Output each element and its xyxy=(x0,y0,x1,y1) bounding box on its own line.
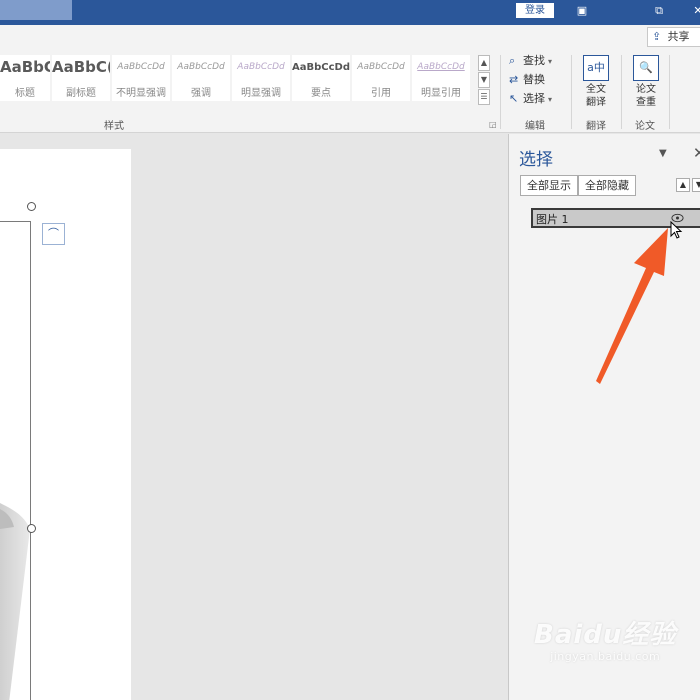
full-translate-label-1: 全文 xyxy=(586,84,606,95)
ribbon: ⇪ 共享 AaBbC( 标题 AaBbC( 副标题 AaBbCcDd 不明显强调… xyxy=(0,25,700,133)
paper-check-button[interactable]: 🔍 论文 查重 xyxy=(626,55,666,109)
style-name: 引用 xyxy=(371,88,391,99)
share-icon: ⇪ xyxy=(652,30,662,43)
styles-group-label: 样式 xyxy=(104,121,124,132)
paper-check-label-2: 查重 xyxy=(636,97,656,108)
style-sample: AaBbCcDd xyxy=(357,62,405,72)
full-translate-label-2: 翻译 xyxy=(586,97,606,108)
style-strong[interactable]: AaBbCcDd 要点 xyxy=(292,55,350,101)
title-tab-highlight xyxy=(0,0,72,20)
group-divider xyxy=(669,55,670,129)
login-button[interactable]: 登录 xyxy=(516,3,554,18)
baidu-watermark: Baidu经验 jingyan.baidu.com xyxy=(534,620,676,663)
style-intense-quote[interactable]: AaBbCcDd 明显引用 xyxy=(412,55,470,101)
chevron-down-icon: ▾ xyxy=(548,57,553,66)
paper-check-icon: 🔍 xyxy=(633,55,659,81)
paper-check-label-1: 论文 xyxy=(636,84,656,95)
resize-handle-middle-right[interactable] xyxy=(27,524,36,533)
style-quote[interactable]: AaBbCcDd 引用 xyxy=(352,55,410,101)
replace-icon: ⇄ xyxy=(509,73,519,86)
style-emphasis[interactable]: AaBbCcDd 强调 xyxy=(172,55,230,101)
watermark-brand: Baidu经验 xyxy=(534,620,677,650)
pane-options-icon[interactable]: ▼ xyxy=(659,148,667,159)
replace-label: 替换 xyxy=(523,73,545,86)
watermark-url: jingyan.baidu.com xyxy=(550,650,661,663)
styles-scroll: ▲ ▼ ☰ xyxy=(478,55,490,107)
select-button[interactable]: ↖ 选择 ▾ xyxy=(509,90,552,108)
selection-pane: 选择 ▼ ✕ 全部显示 全部隐藏 ▲ ▼ 图片 1 xyxy=(508,134,700,700)
style-intense-emphasis[interactable]: AaBbCcDd 明显强调 xyxy=(232,55,290,101)
chevron-down-icon[interactable]: ▼ xyxy=(478,72,490,88)
full-translate-button[interactable]: a中 全文 翻译 xyxy=(576,55,616,109)
group-divider xyxy=(621,55,622,129)
style-name: 不明显强调 xyxy=(116,88,166,99)
style-name: 要点 xyxy=(311,88,331,99)
restore-icon[interactable]: ⧉ xyxy=(651,3,667,19)
mouse-cursor-icon xyxy=(670,221,683,239)
selection-item-name: 图片 1 xyxy=(536,213,569,226)
chevron-up-icon[interactable]: ▲ xyxy=(478,55,490,71)
style-subtle-emphasis[interactable]: AaBbCcDd 不明显强调 xyxy=(112,55,170,101)
replace-button[interactable]: ⇄ 替换 xyxy=(509,71,545,89)
group-divider xyxy=(500,55,501,129)
picture-selection-frame[interactable] xyxy=(0,221,31,700)
more-styles-icon[interactable]: ☰ xyxy=(478,89,490,105)
style-sample: AaBbC( xyxy=(0,58,50,76)
close-icon[interactable]: ✕ xyxy=(693,144,700,162)
layout-options-icon[interactable]: ⌒ xyxy=(42,223,65,245)
document-area[interactable]: ⌒ xyxy=(0,134,508,700)
paper-group-label: 论文 xyxy=(635,121,655,132)
styles-gallery: AaBbC( 标题 AaBbC( 副标题 AaBbCcDd 不明显强调 AaBb… xyxy=(0,55,470,103)
style-title[interactable]: AaBbC( 标题 xyxy=(0,55,50,101)
search-icon: ⌕ xyxy=(509,54,516,67)
send-backward-icon[interactable]: ▼ xyxy=(692,178,700,192)
find-label: 查找 xyxy=(523,54,545,67)
style-sample: AaBbC( xyxy=(52,58,110,76)
title-bar: 登录 ▣ ⧉ ✕ xyxy=(0,0,700,25)
style-name: 明显强调 xyxy=(241,88,281,99)
dialog-launcher-icon[interactable]: ◲ xyxy=(489,120,497,129)
cursor-icon: ↖ xyxy=(509,92,519,105)
show-all-button[interactable]: 全部显示 xyxy=(520,175,578,196)
style-name: 明显引用 xyxy=(421,88,461,99)
hide-all-button[interactable]: 全部隐藏 xyxy=(578,175,636,196)
find-button[interactable]: ⌕ 查找 ▾ xyxy=(509,52,552,70)
style-sample: AaBbCcDd xyxy=(292,62,350,73)
style-sample: AaBbCcDd xyxy=(237,62,285,72)
bring-forward-icon[interactable]: ▲ xyxy=(676,178,690,192)
resize-handle-top-right[interactable] xyxy=(27,202,36,211)
style-name: 强调 xyxy=(191,88,211,99)
ribbon-display-icon[interactable]: ▣ xyxy=(574,3,590,19)
share-label: 共享 xyxy=(667,30,690,43)
chevron-down-icon: ▾ xyxy=(548,95,553,104)
document-page[interactable]: ⌒ xyxy=(0,149,131,700)
group-divider xyxy=(571,55,572,129)
annotation-arrow xyxy=(596,228,668,384)
translate-group-label: 翻译 xyxy=(586,121,606,132)
select-label: 选择 xyxy=(523,92,545,105)
pane-title: 选择 xyxy=(519,150,553,170)
translate-icon: a中 xyxy=(583,55,609,81)
close-icon[interactable]: ✕ xyxy=(690,3,700,19)
style-sample: AaBbCcDd xyxy=(177,62,225,72)
style-name: 标题 xyxy=(15,88,35,99)
style-sample: AaBbCcDd xyxy=(417,62,465,72)
editing-group-label: 编辑 xyxy=(525,121,545,132)
style-name: 副标题 xyxy=(66,88,96,99)
share-button[interactable]: ⇪ 共享 xyxy=(647,27,700,47)
style-sample: AaBbCcDd xyxy=(117,62,165,72)
style-subtitle[interactable]: AaBbC( 副标题 xyxy=(52,55,110,101)
